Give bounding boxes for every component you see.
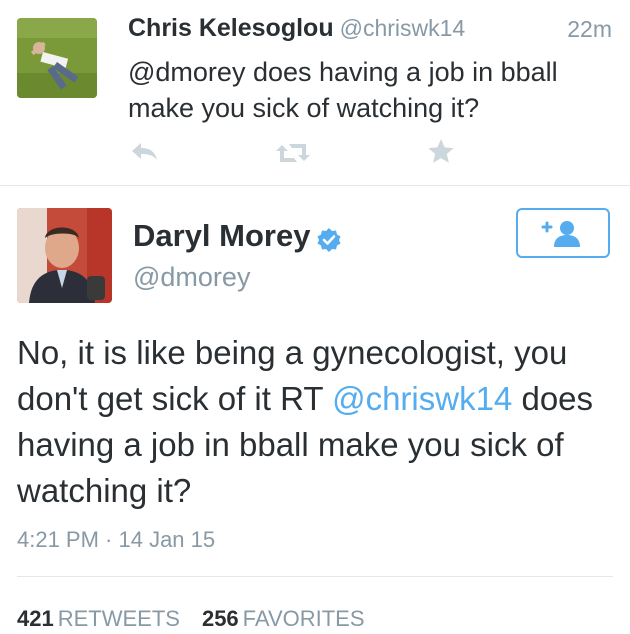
- follow-button[interactable]: [516, 208, 610, 258]
- reply-tweet-text: @dmorey does having a job in bball make …: [128, 57, 558, 123]
- mention-link[interactable]: @chriswk14: [332, 380, 512, 417]
- verified-badge-icon: [316, 225, 342, 252]
- tweet-divider: [0, 185, 630, 186]
- main-author-avatar[interactable]: [17, 208, 112, 303]
- reply-author-line[interactable]: Chris Kelesoglou @chriswk14: [128, 14, 465, 43]
- reply-author-name[interactable]: Chris Kelesoglou: [128, 14, 334, 42]
- tweet-stats: 421 RETWEETS 256 FAVORITES: [17, 606, 387, 632]
- stats-divider: [17, 576, 613, 577]
- favorites-label: FAVORITES: [242, 606, 365, 631]
- main-author-handle[interactable]: @dmorey: [133, 262, 250, 293]
- reply-author-avatar[interactable]: [17, 18, 97, 98]
- retweets-label: RETWEETS: [57, 606, 180, 631]
- add-user-icon: [541, 221, 580, 247]
- reply-timestamp: 22m: [567, 16, 612, 42]
- favorites-count: 256: [201, 606, 239, 631]
- main-author-name-line[interactable]: Daryl Morey: [133, 218, 342, 254]
- main-author-name[interactable]: Daryl Morey: [133, 218, 310, 253]
- favorites-stat[interactable]: 256 FAVORITES: [202, 606, 387, 631]
- tweet-timestamp[interactable]: 4:21 PM · 14 Jan 15: [17, 527, 215, 553]
- reply-author-handle[interactable]: @chriswk14: [340, 15, 466, 41]
- reply-icon[interactable]: [130, 140, 162, 164]
- retweets-count: 421: [17, 606, 54, 631]
- retweets-stat[interactable]: 421 RETWEETS: [17, 606, 202, 631]
- main-tweet-text: No, it is like being a gynecologist, you…: [17, 330, 617, 514]
- favorite-star-icon[interactable]: [427, 138, 459, 163]
- retweet-icon[interactable]: [276, 141, 310, 165]
